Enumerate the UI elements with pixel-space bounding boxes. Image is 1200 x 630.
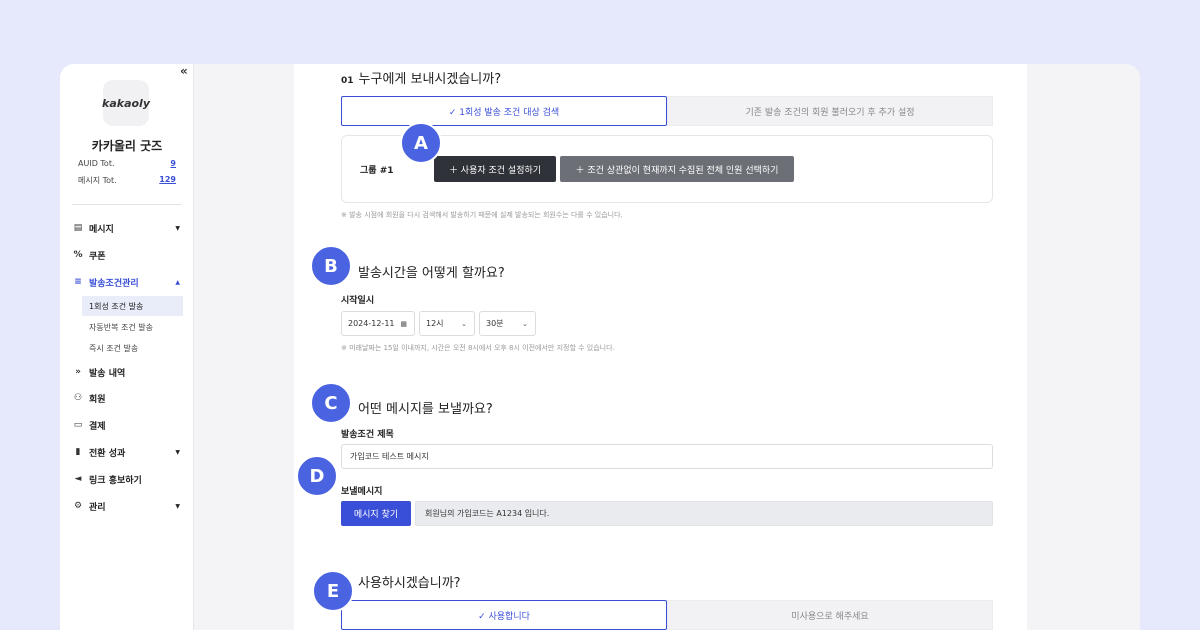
chevron-down-icon: ▼ xyxy=(175,502,180,510)
start-datetime-label: 시작일시 xyxy=(341,296,375,306)
message-icon: ▤ xyxy=(73,223,83,233)
marker-e: E xyxy=(312,570,354,612)
condition-title-input[interactable]: 가입코드 테스트 메시지 xyxy=(341,444,993,469)
section-title-recipients: 01 누구에게 보내시겠습니까? xyxy=(341,72,502,87)
main-content: 01 누구에게 보내시겠습니까? ✓ 1회성 발송 조건 대상 검색 기존 발송 … xyxy=(194,64,1140,630)
find-message-button[interactable]: 메시지 찾기 xyxy=(341,501,411,526)
sidebar-item-message[interactable]: ▤ 메시지 ▼ xyxy=(60,217,194,239)
marker-b: B xyxy=(310,245,352,287)
sidebar-item-payment[interactable]: ▭ 결제 xyxy=(60,414,194,436)
search-list-icon: ≡ xyxy=(74,277,82,287)
sidebar-item-label: 결제 xyxy=(89,421,106,432)
chevron-down-icon: ▼ xyxy=(175,448,180,456)
option-use[interactable]: ✓ 사용합니다 xyxy=(341,600,667,630)
card-icon: ▭ xyxy=(73,420,83,430)
sidebar-item-coupon[interactable]: % 쿠폰 xyxy=(60,244,194,266)
sidebar-item-label: 발송조건관리 xyxy=(89,278,139,289)
sidebar-item-label: 발송 내역 xyxy=(89,368,126,379)
chevron-down-icon: ▼ xyxy=(175,224,180,232)
subnav-immediate[interactable]: 즉시 조건 발송 xyxy=(82,338,183,358)
sidebar-item-label: 메시지 xyxy=(89,224,114,235)
sidebar-item-label: 링크 홍보하기 xyxy=(89,475,142,486)
minute-select[interactable]: 30분 ⌄ xyxy=(479,311,536,336)
collapse-sidebar-button[interactable]: « xyxy=(180,64,188,78)
sidebar-item-send-history[interactable]: » 발송 내역 xyxy=(60,361,194,383)
app-window: « kakaoly 카카올리 굿즈 AUID Tot. 9 메시지 Tot. 1… xyxy=(60,64,1140,630)
marker-a: A xyxy=(400,122,442,164)
message-label: 보낼메시지 xyxy=(341,487,383,497)
option-one-time-search[interactable]: ✓ 1회성 발송 조건 대상 검색 xyxy=(341,96,667,126)
group-label: 그룹 #1 xyxy=(360,166,394,176)
time-note: ※ 미래날짜는 15일 이내까지, 시간은 오전 8시에서 오후 8시 이전에서… xyxy=(341,344,615,352)
sidebar-item-send-conditions[interactable]: ≡ 발송조건관리 ▲ xyxy=(60,271,194,293)
stat-message: 메시지 Tot. 129 xyxy=(78,175,176,186)
sidebar-item-label: 회원 xyxy=(89,394,106,405)
sidebar-item-members[interactable]: ⚇ 회원 xyxy=(60,387,194,409)
section-title-send-time: 발송시간을 어떻게 할까요? xyxy=(358,266,505,281)
message-preview: 회원님의 가입코드는 A1234 입니다. xyxy=(415,501,993,526)
stat-auid: AUID Tot. 9 xyxy=(78,159,176,168)
sidebar-item-label: 전환 성과 xyxy=(89,448,126,459)
condition-title-label: 발송조건 제목 xyxy=(341,430,394,440)
use-toggle: ✓ 사용합니다 미사용으로 해주세요 xyxy=(341,600,993,630)
chevron-down-icon: ⌄ xyxy=(461,319,467,328)
sidebar-item-label: 쿠폰 xyxy=(89,251,106,262)
bar-chart-icon: ▮ xyxy=(75,447,81,457)
marker-d: D xyxy=(296,455,338,497)
subnav-one-time[interactable]: 1회성 조건 발송 xyxy=(82,296,183,316)
section-title-use: 사용하시겠습니까? xyxy=(358,576,461,591)
section-number: 01 xyxy=(341,76,354,86)
recipient-mode-toggle: ✓ 1회성 발송 조건 대상 검색 기존 발송 조건의 회원 불러오기 후 추가… xyxy=(341,96,993,126)
megaphone-icon: ◄ xyxy=(74,474,82,484)
sidebar: « kakaoly 카카올리 굿즈 AUID Tot. 9 메시지 Tot. 1… xyxy=(60,64,194,630)
section-title-message: 어떤 메시지를 보낼까요? xyxy=(358,402,493,417)
stat-label: AUID Tot. xyxy=(78,159,115,168)
option-load-existing[interactable]: 기존 발송 조건의 회원 불러오기 후 추가 설정 xyxy=(667,96,993,126)
shop-name: 카카올리 굿즈 xyxy=(91,139,163,153)
users-icon: ⚇ xyxy=(73,393,83,403)
date-field[interactable]: 2024-12-11 ▦ xyxy=(341,311,415,336)
gear-icon: ⚙ xyxy=(73,501,83,511)
sidebar-item-label: 관리 xyxy=(89,502,106,513)
sidebar-item-conversion[interactable]: ▮ 전환 성과 ▼ xyxy=(60,441,194,463)
set-user-condition-button[interactable]: ＋ 사용자 조건 설정하기 xyxy=(434,156,556,182)
sidebar-item-manage[interactable]: ⚙ 관리 ▼ xyxy=(60,495,194,517)
recipient-note: ※ 발송 시점에 회원을 다시 검색해서 발송하기 때문에 실제 발송되는 회원… xyxy=(341,211,623,219)
stat-value[interactable]: 9 xyxy=(170,159,176,168)
chevron-up-icon: ▲ xyxy=(175,278,180,286)
sidebar-item-link-promo[interactable]: ◄ 링크 홍보하기 xyxy=(60,468,194,490)
stat-value[interactable]: 129 xyxy=(159,175,176,186)
stat-label: 메시지 Tot. xyxy=(78,176,117,185)
send-icon: » xyxy=(75,367,81,377)
percent-icon: % xyxy=(73,250,83,260)
marker-c: C xyxy=(310,382,352,424)
subnav-auto-repeat[interactable]: 자동반복 조건 발송 xyxy=(82,317,183,337)
chevron-down-icon: ⌄ xyxy=(522,319,528,328)
select-all-members-button[interactable]: ＋ 조건 상관없이 현재까지 수집된 전체 인원 선택하기 xyxy=(560,156,794,182)
option-not-use[interactable]: 미사용으로 해주세요 xyxy=(667,600,993,630)
sidebar-divider xyxy=(72,204,182,205)
hour-select[interactable]: 12시 ⌄ xyxy=(419,311,475,336)
brand-logo: kakaoly xyxy=(102,80,150,126)
calendar-icon: ▦ xyxy=(400,319,407,328)
